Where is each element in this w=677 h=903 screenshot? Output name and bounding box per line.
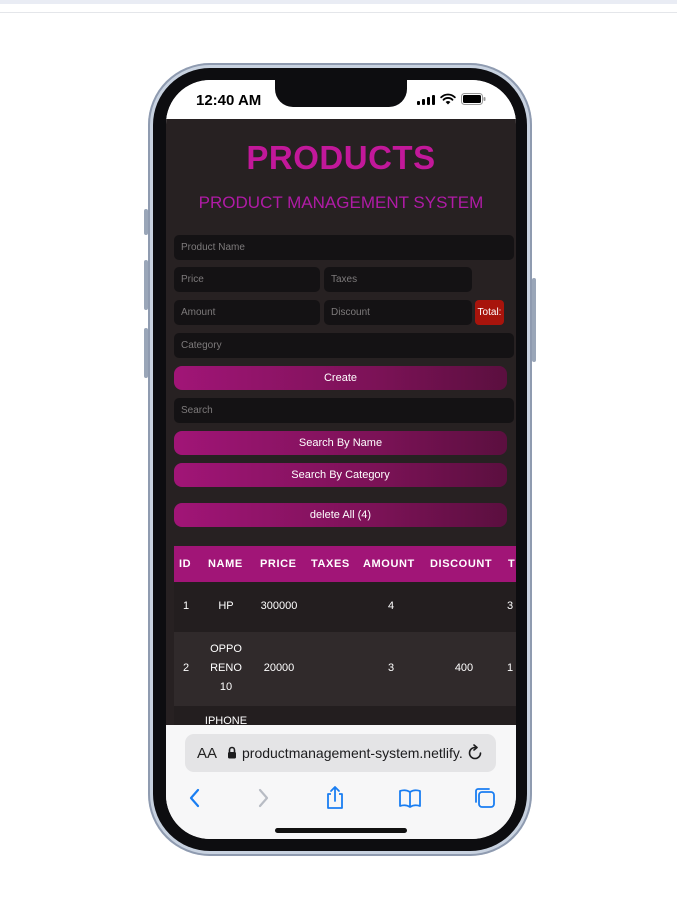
browser-top-strip	[0, 0, 677, 4]
table-row: 1 HP 300000 4 3	[174, 582, 516, 632]
tabs-icon[interactable]	[472, 785, 498, 811]
divider	[0, 12, 677, 13]
status-time: 12:40 AM	[196, 92, 262, 109]
cell-name: IPHONE	[204, 715, 248, 725]
notch	[275, 80, 407, 107]
search-by-category-button[interactable]: Search By Category	[174, 463, 507, 487]
reload-icon[interactable]	[466, 744, 484, 762]
bookmarks-icon[interactable]	[397, 785, 423, 811]
column-header-total: T	[508, 558, 516, 570]
home-indicator	[275, 828, 407, 833]
delete-all-button[interactable]: delete All (4)	[174, 503, 507, 527]
address-bar[interactable]: AA productmanagement-system.netlify.app	[185, 734, 496, 772]
cell-price: 300000	[260, 600, 298, 612]
column-header-id: ID	[179, 558, 192, 570]
back-icon[interactable]	[182, 785, 208, 811]
status-bar: 12:40 AM	[166, 80, 516, 119]
wifi-icon	[440, 93, 456, 105]
table-header: ID NAME PRICE TAXES AMOUNT DISCOUNT T	[174, 546, 516, 582]
cell-amount: 4	[387, 600, 395, 612]
price-input[interactable]: Price	[174, 267, 320, 292]
phone-screen: 12:40 AM PRODUCTS PRODUCT MANAGEMENT SYS…	[166, 80, 516, 839]
cell-discount: 400	[454, 662, 474, 674]
cell-name: HP	[218, 600, 234, 612]
column-header-amount: AMOUNT	[363, 558, 415, 570]
taxes-input[interactable]: Taxes	[324, 267, 472, 292]
status-icons	[417, 93, 486, 105]
column-header-taxes: TAXES	[311, 558, 350, 570]
share-icon[interactable]	[322, 785, 348, 811]
volume-up-button	[144, 260, 148, 310]
battery-icon	[461, 93, 486, 105]
browser-toolbar: AA productmanagement-system.netlify.app	[166, 725, 516, 839]
column-header-price: PRICE	[260, 558, 297, 570]
total-badge: Total:	[475, 300, 504, 325]
cell-id: 2	[182, 662, 190, 674]
reader-options-button[interactable]: AA	[197, 745, 217, 762]
cell-amount: 3	[387, 662, 395, 674]
category-input[interactable]: Category	[174, 333, 514, 358]
web-app: PRODUCTS PRODUCT MANAGEMENT SYSTEM Produ…	[166, 119, 516, 725]
product-name-input[interactable]: Product Name	[174, 235, 514, 260]
discount-input[interactable]: Discount	[324, 300, 472, 325]
forward-icon[interactable]	[250, 785, 276, 811]
cell-total: 1	[507, 662, 514, 674]
table-row: IPHONE	[174, 706, 516, 725]
create-button[interactable]: Create	[174, 366, 507, 390]
amount-input[interactable]: Amount	[174, 300, 320, 325]
signal-icon	[417, 94, 435, 105]
cell-price: 20000	[263, 662, 295, 674]
page-subtitle: PRODUCT MANAGEMENT SYSTEM	[198, 193, 484, 212]
column-header-discount: DISCOUNT	[430, 558, 493, 570]
url-text: productmanagement-system.netlify.app	[242, 745, 462, 761]
lock-icon	[228, 746, 236, 759]
power-button	[532, 278, 536, 362]
table-row: 2 OPPO RENO 10 20000 3 400 1	[174, 632, 516, 706]
volume-down-button	[144, 328, 148, 378]
search-input[interactable]: Search	[174, 398, 514, 423]
cell-total: 3	[507, 600, 514, 612]
cell-name: OPPO RENO 10	[210, 643, 242, 693]
column-header-name: NAME	[208, 558, 243, 570]
page-title: PRODUCTS	[246, 139, 436, 176]
cell-id: 1	[182, 600, 190, 612]
mute-switch	[144, 209, 148, 235]
search-by-name-button[interactable]: Search By Name	[174, 431, 507, 455]
